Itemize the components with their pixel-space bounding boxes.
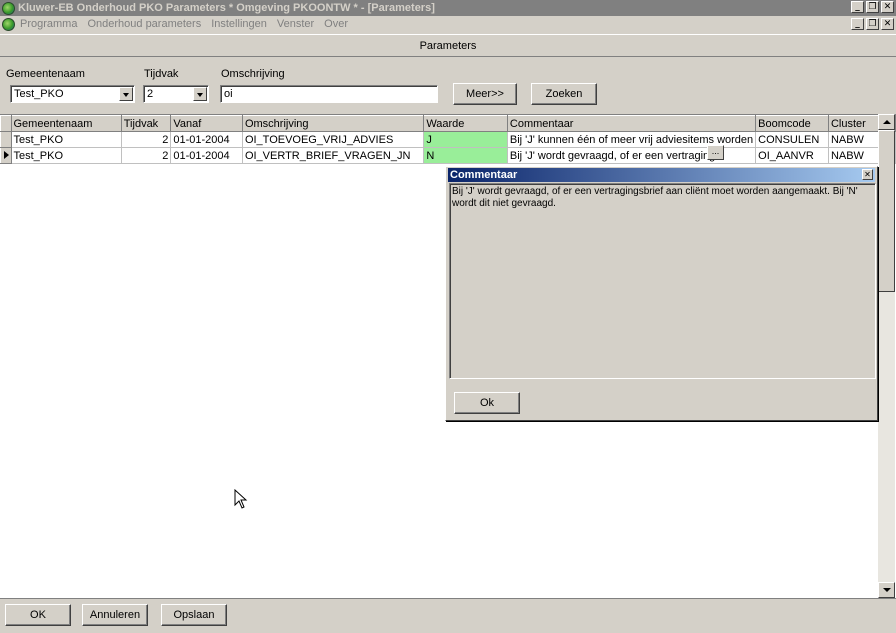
menu-programma[interactable]: Programma <box>20 18 77 30</box>
bottom-button-bar: OK Annuleren Opslaan <box>0 598 896 633</box>
current-row-arrow-icon <box>4 151 9 159</box>
scroll-thumb[interactable] <box>878 130 895 292</box>
cell-omschrijving[interactable]: OI_TOEVOEG_VRIJ_ADVIES <box>241 131 425 148</box>
child-window-icon[interactable] <box>2 17 15 31</box>
menu-instellingen[interactable]: Instellingen <box>211 18 267 30</box>
mouse-cursor-icon <box>234 489 248 509</box>
minimize-button[interactable]: _ <box>851 1 864 13</box>
tijdvak-label: Tijdvak <box>144 68 179 80</box>
column-header-boomcode[interactable]: Boomcode <box>755 115 829 132</box>
gemeentenaam-label: Gemeentenaam <box>6 68 85 80</box>
column-header-vanaf[interactable]: Vanaf <box>170 115 243 132</box>
column-header-omschrijving[interactable]: Omschrijving <box>241 115 425 132</box>
cell-waarde[interactable]: N <box>423 147 508 164</box>
menu-bar: Programma Onderhoud parameters Instellin… <box>0 16 896 32</box>
cell-gemeentenaam[interactable]: Test_PKO <box>10 131 122 148</box>
form-caption: Parameters <box>0 34 896 56</box>
window-titlebar: Kluwer-EB Onderhoud PKO Parameters * Omg… <box>0 0 896 16</box>
child-close-button[interactable]: ✕ <box>881 18 894 30</box>
column-header-tijdvak[interactable]: Tijdvak <box>120 115 172 132</box>
menu-venster[interactable]: Venster <box>277 18 314 30</box>
cell-omschrijving[interactable]: OI_VERTR_BRIEF_VRAGEN_JN <box>241 147 425 164</box>
tijdvak-value: 2 <box>147 88 154 100</box>
column-header-commentaar[interactable]: Commentaar <box>506 115 757 132</box>
parameters-table: Gemeentenaam Tijdvak Vanaf Omschrijving … <box>0 115 896 164</box>
omschrijving-input[interactable]: oi <box>220 85 438 103</box>
window-title: Kluwer-EB Onderhoud PKO Parameters * Omg… <box>18 2 435 14</box>
row-indicator-current[interactable] <box>0 147 12 164</box>
menu-over[interactable]: Over <box>324 18 348 30</box>
commentaar-edit-button[interactable]: ... <box>707 145 724 160</box>
column-header-gemeentenaam[interactable]: Gemeentenaam <box>10 115 122 132</box>
menu-onderhoud-parameters[interactable]: Onderhoud parameters <box>87 18 201 30</box>
commentaar-textarea[interactable]: Bij 'J' wordt gevraagd, of er een vertra… <box>449 183 876 379</box>
chevron-down-icon[interactable] <box>193 87 207 101</box>
cell-tijdvak[interactable]: 2 <box>120 131 172 148</box>
cell-gemeentenaam[interactable]: Test_PKO <box>10 147 122 164</box>
child-minimize-button[interactable]: _ <box>851 18 864 30</box>
row-indicator-header <box>0 115 12 132</box>
scroll-down-arrow-icon[interactable] <box>878 582 895 598</box>
gemeentenaam-select[interactable]: Test_PKO <box>10 85 135 103</box>
cell-boomcode[interactable]: OI_AANVR <box>755 147 829 164</box>
commentaar-dialog-titlebar: Commentaar ✕ <box>448 168 875 182</box>
window-controls: _ ❐ ✕ <box>851 1 894 13</box>
meer-button[interactable]: Meer>> <box>453 83 517 105</box>
cell-tijdvak[interactable]: 2 <box>120 147 172 164</box>
column-header-waarde[interactable]: Waarde <box>423 115 508 132</box>
table-row-selected[interactable]: Test_PKO 2 01-01-2004 OI_VERTR_BRIEF_VRA… <box>0 147 896 164</box>
tijdvak-select[interactable]: 2 <box>143 85 209 103</box>
close-button[interactable]: ✕ <box>881 1 894 13</box>
filter-panel: Gemeentenaam Test_PKO Tijdvak 2 Omschrij… <box>0 56 896 114</box>
app-icon <box>2 1 15 15</box>
child-restore-button[interactable]: ❐ <box>866 18 879 30</box>
cell-vanaf[interactable]: 01-01-2004 <box>170 131 243 148</box>
cell-vanaf[interactable]: 01-01-2004 <box>170 147 243 164</box>
maximize-button[interactable]: ❐ <box>866 1 879 13</box>
opslaan-button[interactable]: Opslaan <box>161 604 227 626</box>
child-window-controls: _ ❐ ✕ <box>851 18 894 30</box>
ok-button[interactable]: OK <box>5 604 71 626</box>
omschrijving-label: Omschrijving <box>221 68 285 80</box>
commentaar-close-button[interactable]: ✕ <box>862 169 873 180</box>
cell-waarde[interactable]: J <box>423 131 508 148</box>
commentaar-dialog: Commentaar ✕ Bij 'J' wordt gevraagd, of … <box>445 166 878 421</box>
annuleren-button[interactable]: Annuleren <box>82 604 148 626</box>
scroll-up-arrow-icon[interactable] <box>878 114 895 130</box>
zoeken-button[interactable]: Zoeken <box>531 83 597 105</box>
grid-vertical-scrollbar[interactable] <box>878 114 895 598</box>
table-header: Gemeentenaam Tijdvak Vanaf Omschrijving … <box>0 115 896 132</box>
chevron-down-icon[interactable] <box>119 87 133 101</box>
table-row[interactable]: Test_PKO 2 01-01-2004 OI_TOEVOEG_VRIJ_AD… <box>0 131 896 148</box>
gemeentenaam-value: Test_PKO <box>14 88 64 100</box>
cell-boomcode[interactable]: CONSULEN <box>755 131 829 148</box>
commentaar-ok-button[interactable]: Ok <box>454 392 520 414</box>
commentaar-dialog-title: Commentaar <box>450 169 518 181</box>
row-indicator[interactable] <box>0 131 12 148</box>
